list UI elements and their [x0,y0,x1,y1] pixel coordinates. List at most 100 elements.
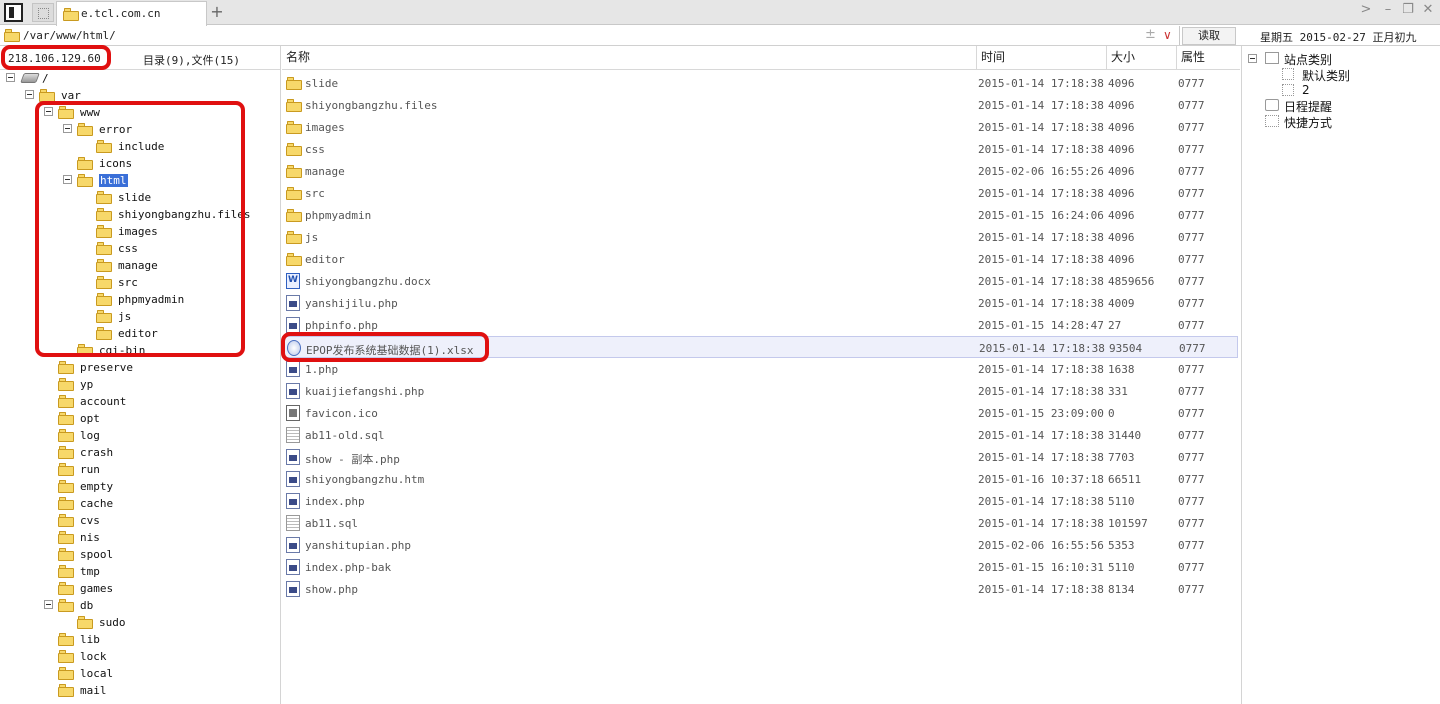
tree-node[interactable]: empty [0,478,280,495]
tree-node-label: opt [80,412,100,425]
blank-tab[interactable] [32,3,54,22]
file-row[interactable]: js 2015-01-14 17:18:38 4096 0777 [282,226,1238,248]
tree-node-label: spool [80,548,114,561]
file-name: src [305,187,325,200]
category-item-2[interactable]: 2 [1248,83,1438,99]
file-row[interactable]: ab11.sql 2015-01-14 17:18:38 101597 0777 [282,512,1238,534]
file-row[interactable]: phpmyadmin 2015-01-15 16:24:06 4096 0777 [282,204,1238,226]
file-row[interactable]: shiyongbangzhu.htm 2015-01-16 10:37:18 665… [282,468,1238,490]
file-row[interactable]: show - 副本.php 2015-01-14 17:18:38 7703 0777 [282,446,1238,468]
column-header-row: 名称 时间 大小 属性 [282,46,1240,70]
file-name: show.php [305,583,358,596]
file-row[interactable]: src 2015-01-14 17:18:38 4096 0777 [282,182,1238,204]
new-tab-icon[interactable]: + [210,2,224,22]
tree-node[interactable]: yp [0,376,280,393]
file-row[interactable]: kuaijiefangshi.php 2015-01-14 17:18:38 331… [282,380,1238,402]
tree-node[interactable]: preserve [0,359,280,376]
collapse-icon[interactable] [6,73,15,82]
tree-node[interactable]: crash [0,444,280,461]
file-time: 2015-01-14 17:18:38 [979,342,1105,355]
tree-node-label: mail [80,684,107,697]
file-row[interactable]: index.php 2015-01-14 17:18:38 5110 0777 [282,490,1238,512]
default-category-node[interactable]: 默认类别 [1248,67,1438,83]
minimize-icon[interactable]: – [1379,2,1397,20]
file-name: favicon.ico [305,407,378,420]
chevron-down-icon[interactable]: ∨ [1163,28,1172,42]
tree-node[interactable]: sudo [0,614,280,631]
tree-node[interactable]: opt [0,410,280,427]
folder-icon [58,378,74,391]
column-name[interactable]: 名称 [282,46,976,70]
file-row[interactable]: ab11-old.sql 2015-01-14 17:18:38 31440 0777 [282,424,1238,446]
folder-icon [286,99,302,112]
tree-node[interactable]: db [0,597,280,614]
read-button[interactable]: 读取 [1182,27,1236,45]
tree-node[interactable]: local [0,665,280,682]
tree-node[interactable]: games [0,580,280,597]
file-row[interactable]: show.php 2015-01-14 17:18:38 8134 0777 [282,578,1238,600]
schedule-label: 日程提醒 [1284,100,1333,114]
file-row[interactable]: editor 2015-01-14 17:18:38 4096 0777 [282,248,1238,270]
file-row[interactable]: manage 2015-02-06 16:55:26 4096 0777 [282,160,1238,182]
file-row[interactable]: index.php-bak 2015-01-15 16:10:31 5110 0777 [282,556,1238,578]
file-size: 4096 [1108,99,1135,112]
tree-node-label: run [80,463,100,476]
restore-icon[interactable]: ❐ [1399,2,1417,20]
folder-icon [286,121,302,134]
file-attr: 0777 [1178,231,1205,244]
tree-node[interactable]: log [0,427,280,444]
tree-node[interactable]: / [0,70,280,87]
php-file-icon [286,559,300,575]
php-file-icon [286,449,300,465]
file-time: 2015-02-06 16:55:26 [978,165,1104,178]
tree-node-label: local [80,667,114,680]
sidebar-toggle-icon[interactable] [4,3,23,22]
column-size[interactable]: 大小 [1106,46,1176,70]
file-row[interactable]: yanshitupian.php 2015-02-06 16:55:56 5353 0… [282,534,1238,556]
column-attr[interactable]: 属性 [1176,46,1240,70]
file-attr: 0777 [1178,539,1205,552]
collapse-icon[interactable] [25,90,34,99]
folder-icon [63,8,79,21]
tree-node[interactable]: account [0,393,280,410]
file-row[interactable]: favicon.ico 2015-01-15 23:09:00 0 0777 [282,402,1238,424]
file-attr: 0777 [1178,583,1205,596]
close-icon[interactable]: ✕ [1419,2,1437,20]
php-file-icon [286,471,300,487]
column-time[interactable]: 时间 [976,46,1106,70]
file-attr: 0777 [1178,429,1205,442]
tab-active[interactable]: e.tcl.com.cn [56,1,207,26]
file-attr: 0777 [1178,451,1205,464]
shortcut-label: 快捷方式 [1284,116,1333,130]
tree-node[interactable]: nis [0,529,280,546]
tree-node[interactable]: cvs [0,512,280,529]
file-size: 7703 [1108,451,1135,464]
file-row[interactable]: images 2015-01-14 17:18:38 4096 0777 [282,116,1238,138]
file-attr: 0777 [1178,253,1205,266]
file-row[interactable]: css 2015-01-14 17:18:38 4096 0777 [282,138,1238,160]
file-row[interactable]: slide 2015-01-14 17:18:38 4096 0777 [282,72,1238,94]
folder-icon [58,412,74,425]
address-input[interactable]: /var/www/html/ ± ∨ [0,26,1180,45]
tree-node[interactable]: spool [0,546,280,563]
collapse-icon[interactable] [1248,54,1257,63]
file-name: yanshitupian.php [305,539,411,552]
tree-node[interactable]: cache [0,495,280,512]
tree-node[interactable]: tmp [0,563,280,580]
site-category-node[interactable]: 站点类别 [1248,51,1438,67]
tree-node-label: lib [80,633,100,646]
file-row[interactable]: yanshijilu.php 2015-01-14 17:18:38 4009 077… [282,292,1238,314]
tree-node[interactable]: lock [0,648,280,665]
file-row[interactable]: shiyongbangzhu.files 2015-01-14 17:18:38 4… [282,94,1238,116]
shortcut-node[interactable]: 快捷方式 [1248,114,1438,130]
tree-node[interactable]: mail [0,682,280,699]
chevron-right-icon[interactable]: > [1357,2,1375,20]
date-display: 星期五 2015-02-27 正月初九 [1260,31,1417,44]
add-bookmark-icon[interactable]: ± [1145,27,1156,42]
file-row[interactable]: shiyongbangzhu.docx 2015-01-14 17:18:38 48… [282,270,1238,292]
tree-node[interactable]: lib [0,631,280,648]
tree-node[interactable]: run [0,461,280,478]
collapse-icon[interactable] [44,600,53,609]
file-size: 101597 [1108,517,1148,530]
schedule-node[interactable]: 日程提醒 [1248,98,1438,114]
